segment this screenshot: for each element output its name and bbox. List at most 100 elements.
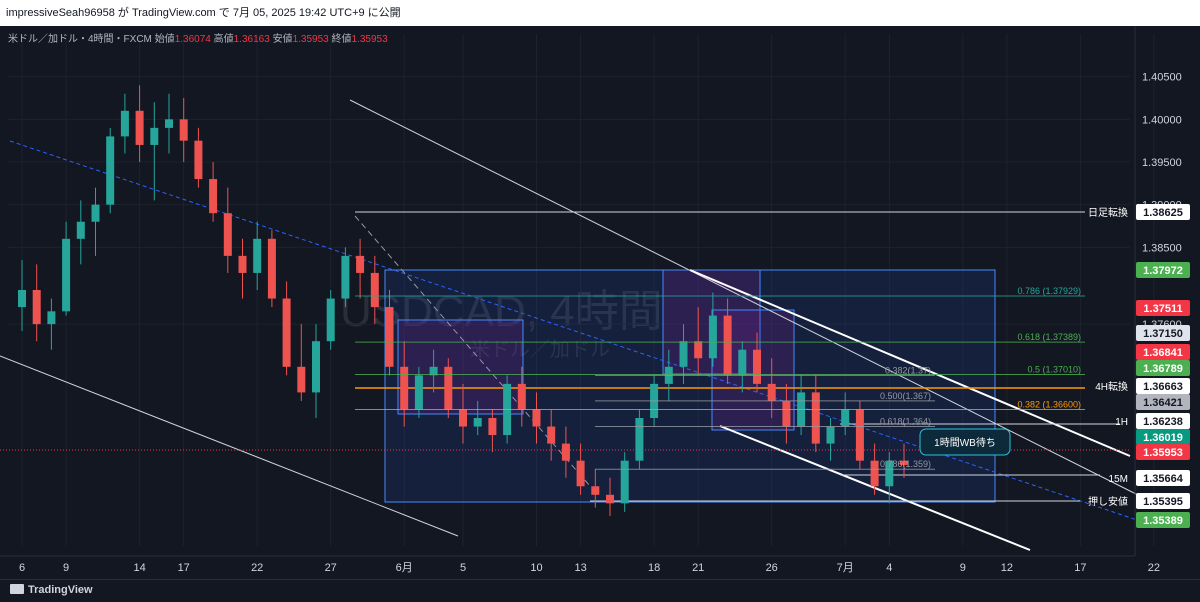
candle-body [32,290,41,325]
candle-body [223,213,232,256]
candle-body [267,238,276,299]
candle-body [76,221,85,239]
candle-body [385,307,394,367]
candle-body [238,255,247,273]
price-tag-note: 日足転換 [1088,207,1128,219]
time-tick-label: 7月 [837,562,854,574]
candle-body [782,400,791,427]
candle-body [738,349,747,376]
time-tick-label: 9 [960,562,966,574]
price-tag-note: 15M [1109,474,1128,485]
candle-body [209,179,218,214]
candle-body [414,375,423,410]
tradingview-logo[interactable]: TradingView [10,584,93,596]
price-tag-note: 押し安値 [1088,495,1128,508]
candle-body [400,366,409,410]
price-tick-label: 1.40500 [1142,72,1182,84]
candle-body [253,238,262,273]
candle-body [708,315,717,359]
price-tag-value: 1.37511 [1143,303,1182,315]
time-tick-label: 22 [1148,562,1160,574]
fib-level-label: 0.618 (1.37389) [1017,332,1081,342]
price-tag-value: 1.37150 [1143,328,1183,340]
time-tick-label: 10 [530,562,542,574]
candle-body [591,486,600,495]
fib-level-label: 0.786(1.359) [880,459,931,469]
time-tick-label: 18 [648,562,660,574]
price-tick-label: 1.39500 [1142,157,1182,169]
fib-level-label: 0.618(1.364) [880,417,931,427]
price-tag-value: 1.36238 [1143,416,1183,428]
candle-body [312,341,320,393]
footer-bar: TradingView [0,579,1200,602]
price-tag-note: 4H転換 [1095,381,1128,393]
price-tag-value: 1.36421 [1143,397,1183,409]
legend-close: 1.35953 [351,34,388,45]
price-tag-value: 1.35664 [1143,473,1184,485]
candle-body [473,418,482,427]
legend-close-label: 終値 [331,34,352,45]
candle-body [767,383,776,401]
time-tick-label: 21 [692,562,704,574]
candle-body [459,409,467,427]
time-tick-label: 13 [574,562,586,574]
candle-body [120,110,129,137]
chart-frame: USDCAD, 4時間 米ドル／加ドル 0.786 (1.37929) 0.618… [0,26,1200,602]
fib-level-label: 0.5 (1.37010) [1027,364,1081,374]
candle-body [194,140,203,180]
drawings-layer [0,99,1141,551]
candle-body [826,426,835,444]
publish-header: impressiveSeah96958 が TradingView.com で … [0,0,1200,26]
symbol-legend: 米ドル／加ドル・4時間・FXCM 始値1.36074 高値1.36163 安値1… [8,30,388,45]
legend-open-label: 始値 [154,34,175,45]
candle-body [18,290,26,308]
time-tick-label: 22 [251,562,263,574]
time-tick-label: 17 [178,562,190,574]
candle-body [606,494,614,504]
price-tag-value: 1.36019 [1143,432,1183,444]
price-chart[interactable]: USDCAD, 4時間 米ドル／加ドル 0.786 (1.37929)0.618… [0,26,1200,579]
legend-low: 1.35953 [292,34,329,45]
tradingview-logo-icon [10,584,24,594]
price-tag-value: 1.38625 [1143,207,1183,219]
candle-body [444,366,453,410]
annotation-text: 1時間WB待ち [934,436,996,449]
time-tick-label: 9 [63,562,69,574]
candle-body [356,255,365,273]
legend-high-label: 高値 [213,34,234,45]
time-axis[interactable]: 6 9 14 17 22 27 6月 5 10 13 18 21 26 7月 4 9 12 17 22 [0,555,1160,574]
publish-header-text: impressiveSeah96958 が TradingView.com で … [6,7,401,19]
fib-level-label: 0.382(1.37) [885,365,931,375]
candle-body [576,460,585,487]
time-tick-label: 6 [19,562,25,574]
price-tag-value: 1.35395 [1143,496,1183,508]
candle-body [165,119,173,128]
annotation-layer: 1時間WB待ち [919,428,1011,456]
time-tick-label: 5 [460,562,466,574]
price-tag-value: 1.36789 [1143,363,1183,375]
candle-body [341,255,350,299]
time-tick-label: 4 [886,562,892,574]
legend-symbol: 米ドル／加ドル・4時間・FXCM [8,34,152,45]
candle-body [106,136,115,205]
candle-body [870,460,879,487]
candle-body [679,341,688,367]
price-tag-value: 1.35953 [1143,447,1183,459]
candle-body [326,298,335,342]
tradingview-brand: TradingView [28,584,93,596]
candle-body [811,392,820,444]
candle-body [841,409,850,427]
candle-body [532,409,541,427]
candle-body [855,409,864,461]
legend-low-label: 安値 [272,34,293,45]
candle-body [694,341,703,359]
fib-level-label: 0.500(1.367) [880,391,931,401]
candle-body [753,349,761,384]
candle-body [620,460,629,504]
price-tag-value: 1.36663 [1143,381,1183,393]
candle-body [150,127,159,145]
candle-body [91,204,100,222]
legend-high: 1.36163 [233,34,270,45]
price-tag-note: 1H [1115,417,1128,428]
candle-body [635,418,644,461]
